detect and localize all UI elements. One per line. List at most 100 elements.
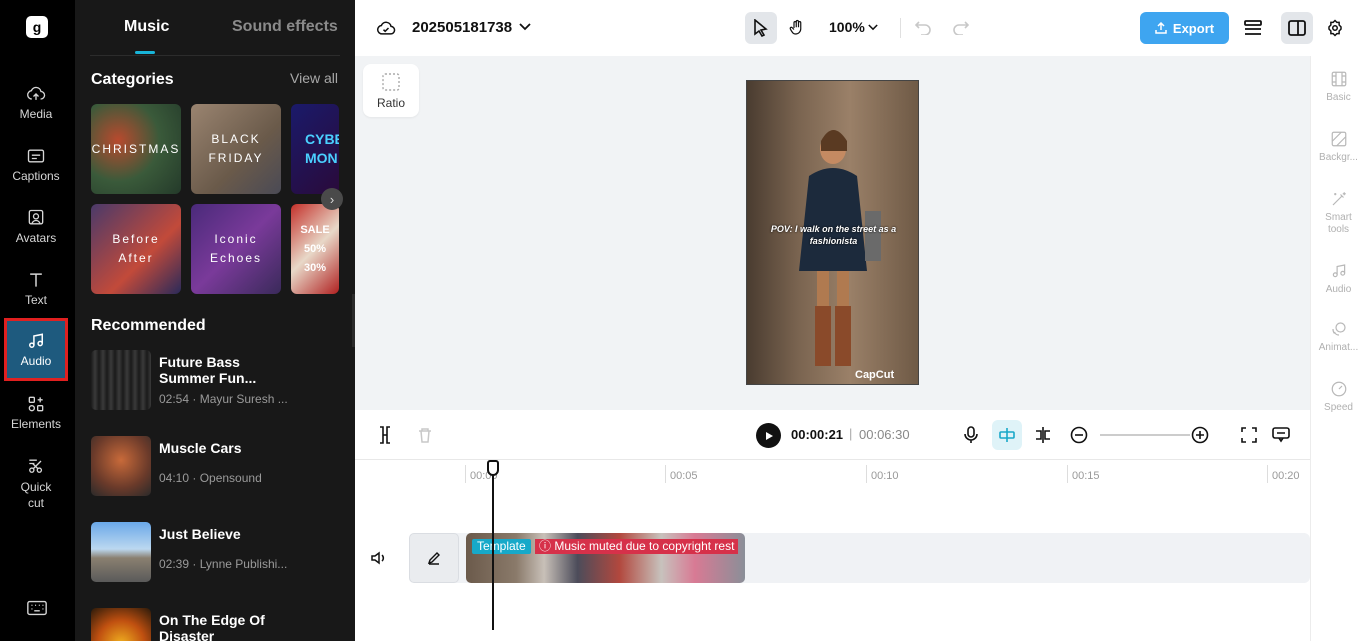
video-caption-text[interactable]: POV: I walk on the street as a fashionis… (747, 223, 918, 247)
playhead[interactable] (492, 468, 494, 630)
playhead-handle[interactable] (487, 460, 499, 476)
track-thumbnail (91, 608, 151, 641)
pointer-icon (754, 19, 768, 37)
video-preview[interactable]: POV: I walk on the street as a fashionis… (746, 80, 919, 385)
chevron-down-icon[interactable] (518, 20, 532, 34)
track-item[interactable]: Future Bass Summer Fun... 02:54 · Mayur … (91, 350, 341, 412)
scissors-icon (29, 459, 43, 473)
property-label: Speed (1324, 402, 1353, 413)
ratio-button[interactable]: Ratio (363, 64, 419, 117)
select-tool-button[interactable] (745, 12, 777, 44)
property-smart-tools[interactable]: Smart tools (1311, 190, 1365, 236)
track-meta: 02:39 · Lynne Publishi... (159, 557, 288, 571)
capcut-logo[interactable]: g (26, 16, 48, 38)
cloud-sync-icon[interactable] (375, 18, 397, 38)
copyright-warning-text: Music muted due to copyright rest (554, 539, 735, 553)
play-button[interactable] (756, 423, 781, 448)
template-badge: Template (472, 539, 531, 554)
rail-item-captions[interactable]: Captions (0, 146, 72, 183)
split-icon[interactable] (375, 425, 395, 445)
text-icon (30, 273, 42, 287)
track-name: Muscle Cars (159, 440, 242, 456)
tab-music[interactable]: Music (124, 18, 169, 36)
category-card-sale[interactable]: SALE 50% 30% (291, 204, 339, 294)
category-label: CHRISTMAS (91, 141, 181, 156)
video-clip[interactable]: Template ⓘ Music muted due to copyright … (466, 533, 745, 583)
left-rail: g Media Captions Avatars Text Audio Elem… (0, 0, 75, 641)
category-label: Iconic Echoes (209, 232, 263, 265)
hand-icon (789, 19, 802, 35)
copyright-warning-badge: ⓘ Music muted due to copyright rest (535, 539, 739, 554)
align-split-icon[interactable] (1033, 425, 1053, 445)
property-background[interactable]: Backgr... (1311, 130, 1365, 164)
tab-sound-effects[interactable]: Sound effects (232, 18, 338, 36)
speedometer-icon (1331, 381, 1346, 397)
timeline-zoom-slider[interactable] (1100, 434, 1190, 436)
layers-icon[interactable] (1241, 16, 1265, 40)
auto-snap-button[interactable] (992, 420, 1022, 450)
property-basic[interactable]: Basic (1311, 70, 1365, 104)
chevron-right-icon[interactable]: › (321, 188, 343, 210)
preview-canvas: Ratio POV: I walk on the street as a fas… (355, 56, 1310, 410)
recommended-heading: Recommended (91, 317, 206, 334)
rail-item-avatars[interactable]: Avatars (0, 208, 72, 245)
track-meta: 02:54 · Mayur Suresh ... (159, 392, 288, 406)
avatar-icon (28, 209, 44, 225)
rail-label-text: Text (24, 293, 47, 307)
property-animation[interactable]: Animat... (1311, 320, 1365, 354)
category-card-cyber-monday[interactable]: CYBER MON (291, 104, 339, 194)
settings-gear-icon[interactable] (1323, 16, 1347, 40)
track-item[interactable]: Just Believe 02:39 · Lynne Publishi... (91, 522, 341, 584)
undo-icon[interactable] (913, 18, 933, 38)
export-button[interactable]: Export (1140, 12, 1229, 44)
zoom-level[interactable]: 100% (829, 19, 865, 35)
track-meta: 04:10 · Opensound (159, 471, 262, 485)
snap-icon (999, 428, 1015, 442)
track-thumbnail (91, 350, 151, 410)
redo-icon[interactable] (951, 18, 971, 38)
track-item[interactable]: On The Edge Of Disaster (91, 608, 341, 641)
zoom-out-icon[interactable] (1069, 425, 1089, 445)
film-icon (1331, 71, 1346, 87)
layout-toggle-button[interactable] (1281, 12, 1313, 44)
rail-item-elements[interactable]: Elements (0, 394, 72, 431)
cloud-upload-icon (27, 86, 46, 100)
category-card-black-friday[interactable]: BLACK FRIDAY (191, 104, 281, 194)
animation-icon (1331, 322, 1346, 336)
rail-item-audio[interactable]: Audio (4, 318, 68, 381)
fullscreen-icon[interactable] (1239, 425, 1259, 445)
magic-wand-icon (1332, 192, 1346, 206)
delete-icon[interactable] (415, 425, 435, 445)
rail-item-quick-cut[interactable]: Quick cut (0, 456, 72, 511)
hand-tool-button[interactable] (783, 12, 811, 44)
logo-glyph: g (32, 19, 42, 35)
rail-label-media: Media (19, 107, 53, 121)
microphone-icon[interactable] (961, 425, 981, 445)
keyboard-icon[interactable] (26, 598, 48, 618)
panel-tabs: Music Sound effects (90, 0, 340, 56)
active-tab-indicator (135, 51, 155, 54)
project-name[interactable]: 202505181738 (412, 19, 512, 36)
property-label: Backgr... (1319, 152, 1358, 163)
track-item[interactable]: Muscle Cars 04:10 · Opensound (91, 436, 341, 498)
category-card-before-after[interactable]: Before After (91, 204, 181, 294)
property-label: Smart tools (1325, 212, 1352, 235)
category-card-iconic-echoes[interactable]: Iconic Echoes (191, 204, 281, 294)
zoom-chevron-down-icon[interactable] (867, 20, 879, 34)
ruler-tick (465, 465, 466, 483)
view-all-link[interactable]: View all (290, 70, 338, 86)
comment-icon[interactable] (1271, 425, 1291, 445)
rail-label-quick-cut: Quick cut (20, 480, 52, 510)
edit-cover-button[interactable] (409, 533, 459, 583)
speaker-icon[interactable] (369, 548, 389, 568)
rail-item-text[interactable]: Text (0, 270, 72, 307)
ruler-label: 00:05 (670, 470, 698, 482)
properties-panel: Basic Backgr... Smart tools Audio Animat… (1310, 56, 1365, 641)
rail-item-media[interactable]: Media (0, 84, 72, 121)
categories-heading: Categories (91, 71, 174, 88)
ruler-tick (665, 465, 666, 483)
property-audio[interactable]: Audio (1311, 262, 1365, 296)
property-speed[interactable]: Speed (1311, 380, 1365, 414)
category-card-christmas[interactable]: CHRISTMAS (91, 104, 181, 194)
zoom-in-icon[interactable] (1190, 425, 1210, 445)
